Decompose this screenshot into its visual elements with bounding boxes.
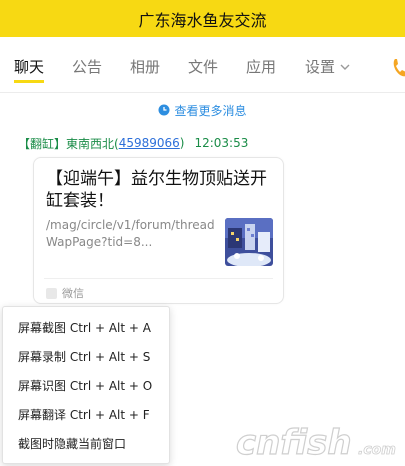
- sender-name[interactable]: 東南西北(: [66, 135, 119, 152]
- card-divider: [44, 278, 273, 279]
- sender-qq-number[interactable]: 45989066: [119, 136, 180, 150]
- chevron-down-icon[interactable]: [340, 61, 350, 74]
- wechat-icon: [46, 287, 57, 299]
- phone-icon[interactable]: [392, 57, 405, 79]
- window-title: 广东海水鱼友交流: [138, 10, 267, 30]
- view-more-messages-label: 查看更多消息: [174, 103, 247, 118]
- shared-link-card[interactable]: 【迎端午】益尔生物顶贴送开缸套装！ /mag/circle/v1/forum/t…: [33, 157, 284, 304]
- clock-icon: [158, 104, 170, 116]
- menu-item-screen-translate[interactable]: 屏幕翻译 Ctrl + Alt + F: [3, 400, 169, 429]
- tab-album[interactable]: 相册: [130, 57, 160, 81]
- view-more-messages-link[interactable]: 查看更多消息: [0, 101, 405, 119]
- tab-settings[interactable]: 设置: [305, 57, 335, 81]
- menu-item-screen-record[interactable]: 屏幕录制 Ctrl + Alt + S: [3, 342, 169, 371]
- chat-window: 广东海水鱼友交流 聊天 公告 相册 文件 应用 设置 查看更多消息 【翻缸】 東…: [0, 0, 405, 466]
- tab-announcement[interactable]: 公告: [72, 57, 102, 81]
- menu-item-hide-window-on-capture[interactable]: 截图时隐藏当前窗口: [3, 429, 169, 458]
- card-thumbnail-image: [225, 218, 273, 266]
- tab-chat[interactable]: 聊天: [14, 57, 45, 83]
- watermark-suffix: .com: [358, 442, 396, 458]
- message-time: 12:03:53: [194, 136, 249, 150]
- menu-item-screen-capture[interactable]: 屏幕截图 Ctrl + Alt + A: [3, 313, 169, 342]
- watermark-text: cnfish: [236, 423, 352, 463]
- sender-name-close: ): [179, 136, 185, 150]
- card-source-label: 微信: [62, 287, 84, 300]
- card-title: 【迎端午】益尔生物顶贴送开缸套装！: [46, 169, 267, 211]
- menu-item-screen-recognize[interactable]: 屏幕识图 Ctrl + Alt + O: [3, 371, 169, 400]
- message-sender-line: 【翻缸】 東南西北( 45989066 ) 12:03:53: [18, 134, 248, 152]
- tab-bar: 聊天 公告 相册 文件 应用 设置: [0, 37, 405, 93]
- card-source: 微信: [46, 285, 84, 301]
- title-bar: 广东海水鱼友交流: [0, 0, 405, 37]
- tab-apps[interactable]: 应用: [246, 57, 276, 81]
- sender-tag: 【翻缸】: [18, 136, 67, 151]
- card-url: /mag/circle/v1/forum/threadWapPage?tid=8…: [46, 218, 215, 249]
- cnfish-watermark: cnfish .com: [230, 418, 405, 466]
- tab-files[interactable]: 文件: [188, 57, 218, 81]
- screenshot-context-menu: 屏幕截图 Ctrl + Alt + A 屏幕录制 Ctrl + Alt + S …: [2, 306, 170, 464]
